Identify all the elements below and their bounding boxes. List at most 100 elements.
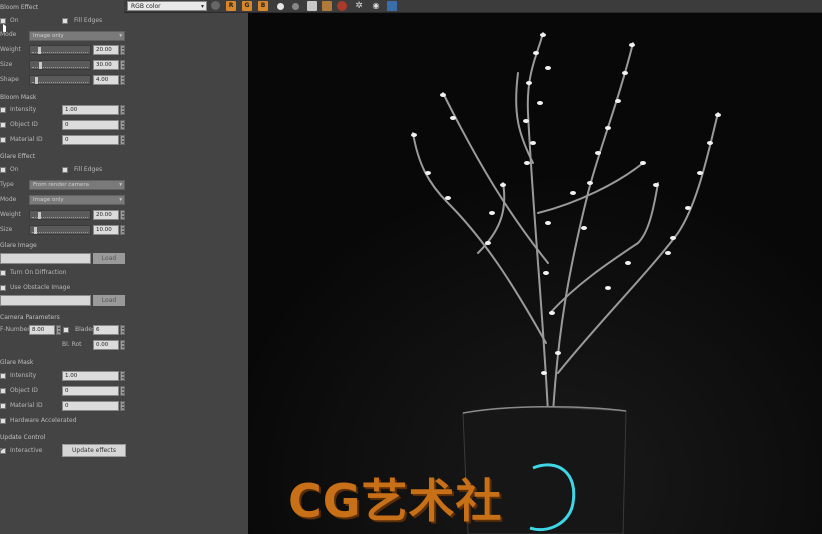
turn-on-diffraction-label: Turn On Diffraction [10, 269, 67, 276]
green-channel-button[interactable]: G [242, 1, 252, 11]
glare-size-slider[interactable] [29, 225, 91, 235]
glare-size-spinner[interactable] [120, 225, 125, 235]
glare-mask-material-id-checkbox[interactable] [0, 403, 6, 409]
bl-rot-spinner[interactable] [120, 340, 125, 350]
glare-mask-intensity-checkbox[interactable] [0, 373, 6, 379]
bloom-mask-header: Bloom Mask [0, 94, 37, 101]
update-control-header: Update Control [0, 434, 46, 441]
slider-thumb[interactable] [34, 227, 38, 234]
glare-fill-edges-checkbox[interactable] [62, 167, 68, 173]
glare-mask-object-id-spinner[interactable] [120, 386, 125, 396]
render-image [248, 13, 822, 534]
bloom-shape-slider[interactable] [29, 75, 91, 85]
use-obstacle-image-label: Use Obstacle Image [10, 284, 71, 291]
bloom-size-slider[interactable] [29, 60, 91, 70]
bloom-mask-object-id-checkbox[interactable] [0, 122, 6, 128]
glare-mode-value: Image only [33, 197, 64, 203]
bloom-weight-spinner[interactable] [120, 45, 125, 55]
channel-select[interactable]: RGB color ▾ [127, 1, 207, 11]
load-image-icon[interactable] [322, 1, 332, 11]
chevron-down-icon: ▾ [119, 197, 122, 203]
bloom-mask-intensity-checkbox[interactable] [0, 107, 6, 113]
glare-image-header: Glare Image [0, 242, 37, 249]
save-image-icon[interactable] [307, 1, 317, 11]
glare-on-label: On [10, 166, 19, 173]
interactive-label: Interactive [10, 447, 43, 454]
bloom-shape-field[interactable]: 4.00 [93, 75, 119, 85]
alpha-channel-icon[interactable] [277, 3, 284, 10]
turn-on-diffraction-checkbox[interactable] [0, 270, 6, 276]
red-channel-button[interactable]: R [226, 1, 236, 11]
bloom-size-spinner[interactable] [120, 60, 125, 70]
bloom-size-field[interactable]: 30.00 [93, 60, 119, 70]
glare-mode-label: Mode [0, 196, 17, 203]
render-region-icon[interactable] [387, 1, 397, 11]
bloom-mask-object-id-field[interactable]: 0 [62, 120, 119, 130]
glare-type-value: From render camera [33, 182, 90, 188]
bloom-mask-material-id-checkbox[interactable] [0, 137, 6, 143]
glare-image-load-button[interactable]: Load [93, 253, 125, 264]
glare-weight-field[interactable]: 20.00 [93, 210, 119, 220]
bloom-effect-header: Bloom Effect [0, 4, 39, 11]
bloom-mask-material-id-label: Material ID [10, 136, 43, 143]
bloom-mode-select[interactable]: Image only ▾ [29, 31, 125, 41]
slider-thumb[interactable] [37, 47, 41, 54]
hardware-accelerated-label: Hardware Accelerated [10, 417, 77, 424]
bloom-size-label: Size [0, 61, 13, 68]
update-effects-button[interactable]: Update effects [62, 444, 126, 457]
fnumber-spinner[interactable] [56, 325, 61, 335]
bloom-weight-label: Weight [0, 46, 21, 53]
color-wheel-icon[interactable] [211, 1, 220, 10]
bloom-mode-value: Image only [33, 33, 64, 39]
glare-on-checkbox[interactable] [0, 167, 6, 173]
chevron-down-icon: ▾ [200, 3, 204, 10]
interactive-checkbox[interactable] [0, 446, 6, 454]
glare-mask-intensity-spinner[interactable] [120, 371, 125, 381]
glare-weight-label: Weight [0, 211, 21, 218]
bloom-mask-intensity-spinner[interactable] [120, 105, 125, 115]
bloom-weight-field[interactable]: 20.00 [93, 45, 119, 55]
glare-mask-intensity-field[interactable]: 1.00 [62, 371, 119, 381]
bloom-shape-spinner[interactable] [120, 75, 125, 85]
glare-size-field[interactable]: 10.00 [93, 225, 119, 235]
obstacle-image-load-button[interactable]: Load [93, 295, 125, 306]
use-obstacle-image-checkbox[interactable] [0, 285, 6, 291]
slider-thumb[interactable] [34, 77, 38, 84]
bloom-mask-material-id-field[interactable]: 0 [62, 135, 119, 145]
glare-type-select[interactable]: From render camera ▾ [29, 180, 125, 190]
slider-thumb[interactable] [37, 212, 41, 219]
glare-image-path-field[interactable] [0, 253, 91, 264]
camera-parameters-header: Camera Parameters [0, 314, 60, 321]
glare-mask-header: Glare Mask [0, 359, 34, 366]
blades-spinner[interactable] [120, 325, 125, 335]
blades-checkbox[interactable] [63, 327, 69, 333]
glare-mask-material-id-spinner[interactable] [120, 401, 125, 411]
glare-mask-intensity-label: Intensity [10, 372, 37, 379]
stop-render-icon[interactable] [337, 1, 347, 11]
bloom-mode-label: Mode [0, 31, 17, 38]
fnumber-field[interactable]: 8.00 [29, 325, 55, 335]
glare-mode-select[interactable]: Image only ▾ [29, 195, 125, 205]
glare-weight-slider[interactable] [29, 210, 91, 220]
blades-field[interactable]: 6 [93, 325, 119, 335]
bloom-on-label: On [10, 17, 19, 24]
glare-mask-object-id-label: Object ID [10, 387, 38, 394]
hardware-accelerated-checkbox[interactable] [0, 418, 6, 424]
lens-effects-icon[interactable]: ◉ [371, 1, 381, 11]
obstacle-image-path-field[interactable] [0, 295, 91, 306]
mono-mode-icon[interactable] [292, 3, 299, 10]
render-viewport[interactable]: CG艺术社 [248, 13, 822, 534]
settings-gear-icon[interactable]: ✲ [354, 1, 364, 11]
bloom-weight-slider[interactable] [29, 45, 91, 55]
blue-channel-button[interactable]: B [258, 1, 268, 11]
bloom-mask-intensity-field[interactable]: 1.00 [62, 105, 119, 115]
bloom-mask-material-id-spinner[interactable] [120, 135, 125, 145]
bloom-mask-object-id-spinner[interactable] [120, 120, 125, 130]
bl-rot-field[interactable]: 0.00 [93, 340, 119, 350]
bloom-fill-edges-checkbox[interactable] [62, 18, 68, 24]
slider-thumb[interactable] [38, 62, 42, 69]
glare-mask-object-id-field[interactable]: 0 [62, 386, 119, 396]
glare-weight-spinner[interactable] [120, 210, 125, 220]
glare-mask-material-id-field[interactable]: 0 [62, 401, 119, 411]
glare-mask-object-id-checkbox[interactable] [0, 388, 6, 394]
